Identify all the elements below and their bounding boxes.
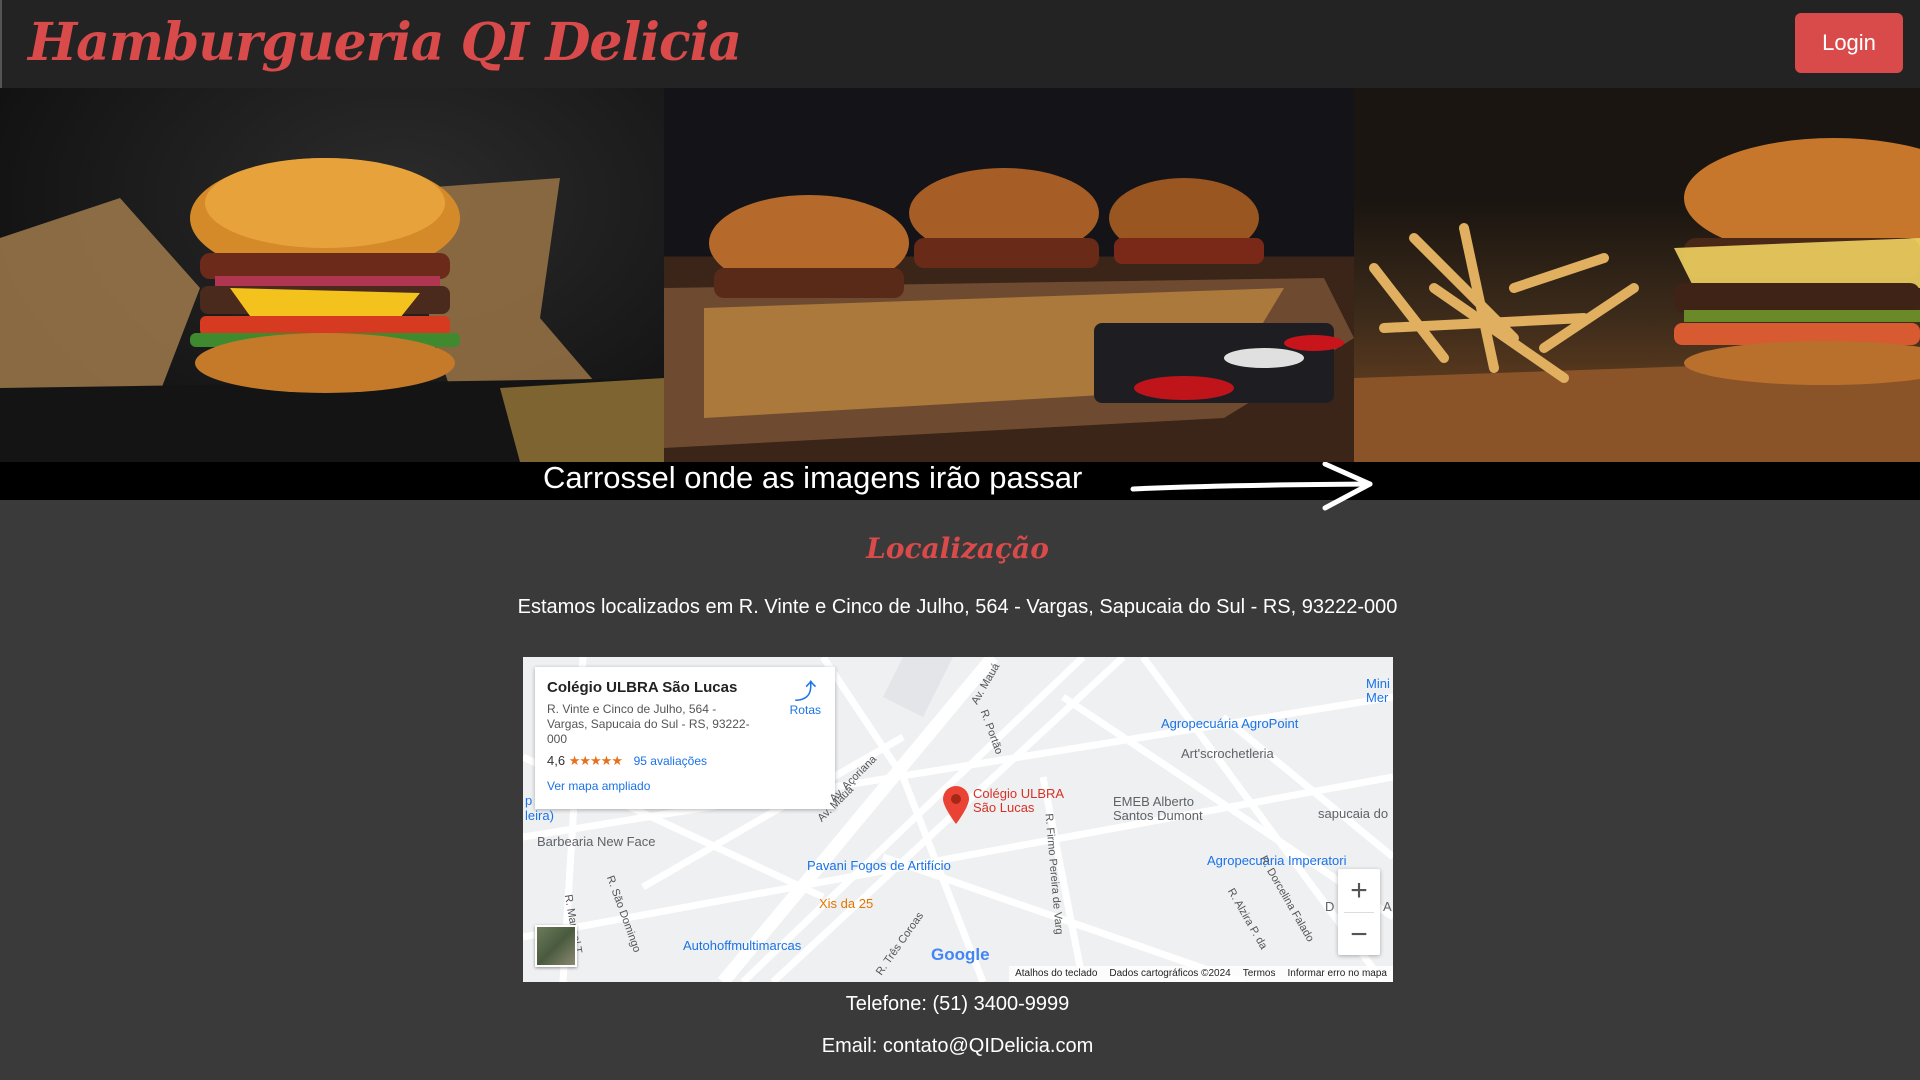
embedded-map[interactable]: Colégio ULBRA São Lucas R. Vinte e Cinco… — [523, 657, 1393, 982]
map-label-main[interactable]: Colégio ULBRA São Lucas — [973, 787, 1083, 815]
carousel-slide-three-burgers — [664, 88, 1354, 462]
street-a: A — [1383, 899, 1392, 914]
directions-icon: ⤴ — [794, 679, 817, 704]
rating-value: 4,6 — [547, 753, 566, 768]
report-error-link[interactable]: Informar erro no mapa — [1288, 968, 1388, 980]
zoom-in-button[interactable]: + — [1338, 869, 1380, 912]
rating-stars: ★★★★★ — [568, 753, 623, 768]
map-data-credit: Dados cartográficos ©2024 — [1109, 968, 1231, 979]
map-label-p: p — [525, 793, 533, 808]
street-d: D — [1325, 899, 1335, 914]
map-label-minimer[interactable]: Mini Mer — [1366, 677, 1393, 705]
zoom-controls: + − — [1338, 869, 1380, 955]
contact-email: Email: contato@QIDelicia.com — [821, 1035, 1094, 1057]
directions-button[interactable]: ⤴ Rotas — [789, 679, 821, 718]
arrow-right-icon[interactable] — [1130, 462, 1375, 512]
carousel-slide-burger-on-paper — [0, 88, 664, 462]
contact-phone: Telefone: (51) 3400-9999 — [845, 993, 1070, 1015]
location-address: Estamos localizados em R. Vinte e Cinco … — [517, 596, 1398, 618]
satellite-view-toggle[interactable] — [535, 925, 577, 967]
reviews-link[interactable]: 95 avaliações — [634, 754, 707, 768]
map-label-artscrochet[interactable]: Art'scrochetleria — [1181, 747, 1274, 761]
top-navbar: Hamburgueria QI Delicia Login — [0, 0, 1920, 88]
image-carousel[interactable] — [0, 88, 1920, 462]
map-label-autohoff[interactable]: Autohoffmultimarcas — [683, 939, 801, 953]
place-info-card: Colégio ULBRA São Lucas R. Vinte e Cinco… — [535, 667, 835, 809]
brand-title[interactable]: Hamburgueria QI Delicia — [28, 12, 742, 73]
burger-and-fries-photo — [1354, 138, 1920, 462]
map-label-leira: leira) — [525, 808, 554, 823]
burger-on-paper-photo — [0, 158, 664, 462]
carousel-slide-burger-fries — [1354, 88, 1920, 462]
google-logo-text: Google — [931, 945, 990, 964]
place-title: Colégio ULBRA São Lucas — [547, 679, 738, 696]
zoom-out-button[interactable]: − — [1338, 913, 1380, 956]
map-label-sapucaia: sapucaia do — [1318, 806, 1389, 821]
place-address: R. Vinte e Cinco de Julho, 564 - Vargas,… — [547, 702, 750, 746]
map-label-barbearia[interactable]: Barbearia New Face — [537, 835, 656, 849]
red-pin-icon — [943, 786, 969, 824]
map-label-emeb[interactable]: EMEB Alberto Santos Dumont — [1113, 795, 1223, 823]
login-button[interactable]: Login — [1795, 13, 1903, 73]
directions-label: Rotas — [789, 703, 821, 717]
place-rating: 4,6 ★★★★★ 95 avaliações — [547, 753, 823, 769]
larger-map-link[interactable]: Ver mapa ampliado — [547, 779, 823, 793]
carousel-caption: Carrossel onde as imagens irão passar — [543, 460, 1083, 495]
map-label-imperatori[interactable]: Agropecuária Imperatori — [1207, 854, 1346, 868]
keyboard-shortcuts-link[interactable]: Atalhos do teclado — [1015, 968, 1097, 980]
map-label-pavani[interactable]: Pavani Fogos de Artifício — [807, 859, 951, 873]
map-label-xis[interactable]: Xis da 25 — [819, 897, 873, 911]
map-pin-main[interactable] — [941, 785, 971, 828]
three-burgers-with-fries-photo — [664, 168, 1354, 448]
terms-link[interactable]: Termos — [1243, 968, 1276, 980]
map-label-agropoint[interactable]: Agropecuária AgroPoint — [1161, 717, 1298, 731]
google-logo: Google — [931, 945, 990, 965]
map-attribution: Atalhos do teclado Dados cartográficos ©… — [1009, 966, 1393, 982]
location-heading: Localização — [866, 532, 1049, 565]
